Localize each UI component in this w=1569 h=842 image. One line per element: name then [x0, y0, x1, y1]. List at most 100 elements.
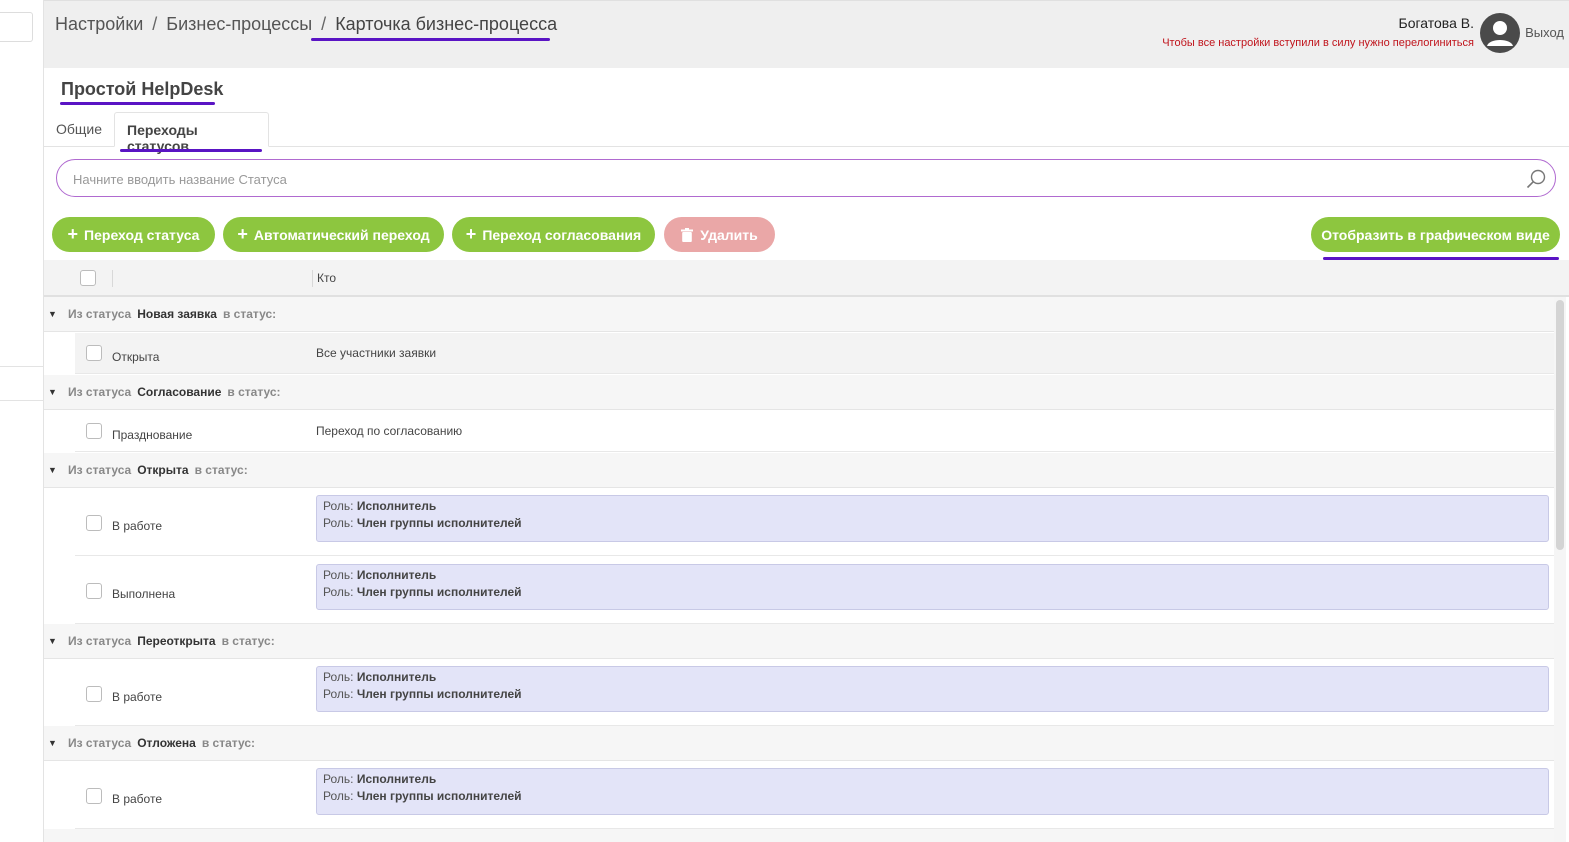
- status-search: [56, 159, 1556, 197]
- row-checkbox[interactable]: [86, 515, 102, 531]
- group-header[interactable]: ▼ Из статуса Отложена в статус:: [44, 726, 1554, 761]
- transition-row[interactable]: В работе Роль: Исполнитель Роль: Член гр…: [75, 660, 1554, 726]
- role-name: Исполнитель: [356, 670, 437, 684]
- plus-icon: +: [465, 224, 477, 244]
- to-label: в статус:: [201, 736, 255, 750]
- tab-general[interactable]: Общие: [44, 112, 112, 147]
- roles-box: Роль: Исполнитель Роль: Член группы испо…: [316, 768, 1549, 815]
- role-name: Исполнитель: [356, 568, 437, 582]
- row-checkbox[interactable]: [86, 583, 102, 599]
- add-approval-transition-button[interactable]: + Переход согласования: [452, 217, 655, 252]
- plus-icon: +: [237, 224, 248, 244]
- from-label: Из статуса: [68, 385, 132, 399]
- from-label: Из статуса: [68, 736, 132, 750]
- approval-transition-label: Переход согласования: [482, 226, 642, 243]
- role-label: Роль:: [323, 687, 354, 701]
- to-label: в статус:: [221, 634, 275, 648]
- relogin-notice: Чтобы все настройки вступили в силу нужн…: [1162, 37, 1474, 49]
- graph-view-button[interactable]: Отобразить в графическом виде: [1311, 217, 1560, 252]
- title-highlight-underline: [60, 102, 215, 105]
- delete-button[interactable]: Удалить: [664, 217, 775, 252]
- role-label: Роль:: [323, 670, 354, 684]
- role-name: Член группы исполнителей: [356, 687, 522, 701]
- collapse-arrow-icon[interactable]: ▼: [48, 309, 57, 319]
- column-header-who: Кто: [317, 271, 337, 285]
- row-checkbox[interactable]: [86, 423, 102, 439]
- role-label: Роль:: [323, 516, 354, 530]
- row-checkbox[interactable]: [86, 686, 102, 702]
- role-label: Роль:: [323, 585, 354, 599]
- breadcrumb-settings[interactable]: Настройки: [55, 14, 143, 35]
- page-title: Простой HelpDesk: [61, 79, 224, 99]
- role-name: Член группы исполнителей: [356, 585, 522, 599]
- to-status: Празднование: [112, 428, 193, 442]
- collapse-arrow-icon[interactable]: ▼: [48, 465, 57, 475]
- to-status: В работе: [112, 690, 163, 704]
- to-status: В работе: [112, 792, 163, 806]
- column-divider: [112, 270, 113, 287]
- user-name: Богатова В.: [1398, 15, 1474, 31]
- role-name: Член группы исполнителей: [356, 516, 522, 530]
- logout-link[interactable]: Выход: [1525, 25, 1564, 40]
- from-status-name: Согласование: [137, 385, 222, 399]
- from-label: Из статуса: [68, 463, 132, 477]
- roles-box: Роль: Исполнитель Роль: Член группы испо…: [316, 666, 1549, 712]
- add-transition-label: Переход статуса: [84, 226, 200, 243]
- scrollbar-thumb[interactable]: [1556, 300, 1564, 550]
- who-text: Переход по согласованию: [316, 424, 463, 438]
- collapse-arrow-icon[interactable]: ▼: [48, 636, 57, 646]
- from-status-name: Отложена: [137, 736, 196, 750]
- column-divider: [312, 270, 313, 287]
- from-label: Из статуса: [68, 307, 132, 321]
- to-label: в статус:: [194, 463, 248, 477]
- group-header[interactable]: ▼ Из статуса Открыта в статус:: [44, 453, 1554, 488]
- table-header: Кто: [44, 260, 1569, 297]
- row-checkbox[interactable]: [86, 345, 102, 361]
- from-label: Из статуса: [68, 634, 132, 648]
- search-icon[interactable]: [1525, 168, 1547, 190]
- collapse-arrow-icon[interactable]: ▼: [48, 738, 57, 748]
- breadcrumb-separator: /: [321, 14, 327, 34]
- avatar-icon[interactable]: [1480, 13, 1520, 53]
- transition-row[interactable]: В работе Роль: Исполнитель Роль: Член гр…: [75, 489, 1554, 556]
- role-label: Роль:: [323, 568, 354, 582]
- breadcrumb-separator: /: [152, 14, 158, 34]
- role-name: Член группы исполнителей: [356, 789, 522, 803]
- breadcrumb-business-processes[interactable]: Бизнес-процессы: [166, 14, 312, 35]
- role-label: Роль:: [323, 789, 354, 803]
- sidebar-input-stub[interactable]: [0, 12, 33, 42]
- left-sidebar-edge: [0, 0, 44, 842]
- from-status-name: Новая заявка: [137, 307, 217, 321]
- roles-box: Роль: Исполнитель Роль: Член группы испо…: [316, 564, 1549, 610]
- role-name: Исполнитель: [356, 499, 437, 513]
- plus-icon: +: [67, 224, 79, 244]
- to-label: в статус:: [222, 307, 277, 321]
- select-all-checkbox[interactable]: [80, 270, 96, 286]
- user-area: Богатова В. Чтобы все настройки вступили…: [1129, 11, 1569, 55]
- from-status-name: Переоткрыта: [137, 634, 216, 648]
- transition-row[interactable]: В работе Роль: Исполнитель Роль: Член гр…: [75, 762, 1554, 829]
- sidebar-item-stub[interactable]: [0, 366, 44, 401]
- group-header-partial[interactable]: [44, 829, 1554, 842]
- to-status: Открыта: [112, 350, 160, 364]
- transition-row[interactable]: Открыта Все участники заявки: [75, 333, 1554, 374]
- transition-row[interactable]: Празднование Переход по согласованию: [75, 411, 1554, 452]
- search-input[interactable]: [73, 169, 1503, 189]
- transition-row[interactable]: Выполнена Роль: Исполнитель Роль: Член г…: [75, 557, 1554, 624]
- collapse-arrow-icon[interactable]: ▼: [48, 387, 57, 397]
- row-checkbox[interactable]: [86, 788, 102, 804]
- role-label: Роль:: [323, 499, 354, 513]
- tab-status-transitions[interactable]: Переходы статусов: [114, 112, 269, 154]
- auto-transition-label: Автоматический переход: [253, 226, 430, 243]
- group-header[interactable]: ▼ Из статуса Переоткрыта в статус:: [44, 624, 1554, 659]
- who-text: Все участники заявки: [316, 346, 437, 360]
- group-header[interactable]: ▼ Из статуса Согласование в статус:: [44, 375, 1554, 410]
- to-status: В работе: [112, 519, 163, 533]
- roles-box: Роль: Исполнитель Роль: Член группы испо…: [316, 495, 1549, 542]
- add-transition-button[interactable]: + Переход статуса: [52, 217, 215, 252]
- group-header[interactable]: ▼ Из статуса Новая заявка в статус:: [44, 297, 1554, 332]
- add-auto-transition-button[interactable]: + Автоматический переход: [223, 217, 444, 252]
- tab-highlight-underline: [120, 149, 262, 152]
- main-content: Настройки / Бизнес-процессы / Карточка бизне…: [44, 0, 1569, 842]
- breadcrumb: Настройки / Бизнес-процессы / Карточка бизне…: [55, 14, 557, 35]
